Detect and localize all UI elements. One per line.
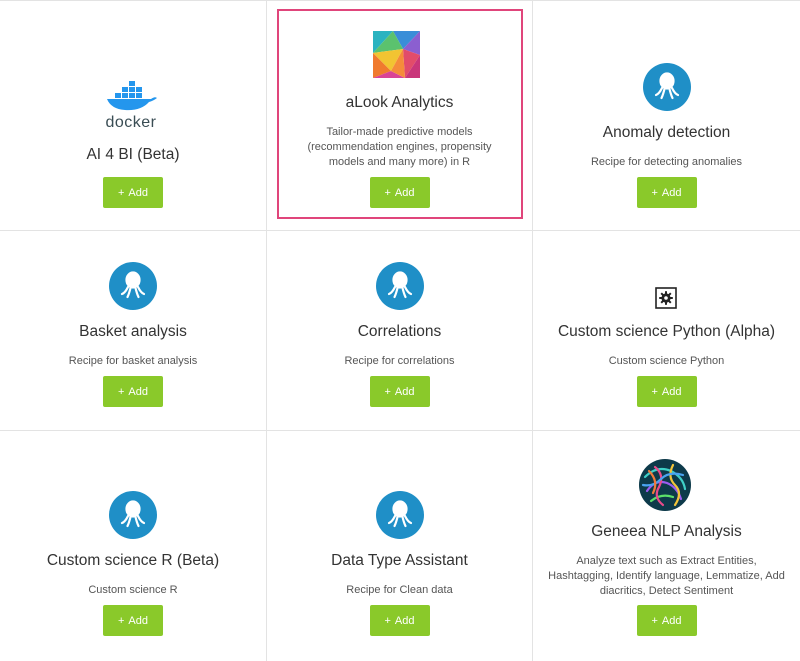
- component-grid: docker AI 4 BI (Beta) + Add aLook Analyti…: [0, 0, 800, 661]
- add-label: Add: [394, 614, 415, 627]
- card-title: AI 4 BI (Beta): [86, 146, 180, 163]
- plus-icon: +: [384, 186, 391, 199]
- add-button[interactable]: + Add: [369, 605, 430, 636]
- alook-logo-icon: [373, 31, 420, 78]
- plus-icon: +: [117, 385, 125, 398]
- component-card-alook[interactable]: aLook Analytics Tailor-made predictive m…: [267, 1, 533, 231]
- card-description: Recipe for basket analysis: [68, 355, 198, 367]
- add-label: Add: [128, 186, 148, 199]
- add-button[interactable]: + Add: [369, 177, 430, 208]
- octopus-icon: [109, 262, 157, 310]
- card-description: Custom science Python: [608, 355, 725, 367]
- geneea-logo-icon: [637, 457, 693, 513]
- card-description: Analyze text such as Extract Entities, H…: [548, 555, 785, 597]
- add-button[interactable]: + Add: [103, 376, 163, 407]
- docker-icon: docker: [105, 81, 157, 131]
- component-card-basket-analysis[interactable]: Basket analysis Recipe for basket analys…: [0, 231, 267, 431]
- component-card-anomaly-detection[interactable]: Anomaly detection Recipe for detecting a…: [533, 1, 800, 231]
- docker-logo-text: docker: [105, 114, 157, 131]
- card-title: Correlations: [357, 323, 442, 340]
- card-title: Basket analysis: [79, 323, 187, 340]
- card-title: Anomaly detection: [602, 124, 731, 141]
- plus-icon: +: [384, 385, 391, 398]
- card-description: Recipe for detecting anomalies: [590, 156, 743, 168]
- card-description: Recipe for Clean data: [346, 584, 453, 596]
- card-title: aLook Analytics: [345, 94, 454, 111]
- plus-icon: +: [384, 614, 391, 627]
- octopus-icon: [375, 491, 424, 539]
- octopus-icon: [642, 63, 691, 111]
- add-button[interactable]: + Add: [369, 376, 430, 407]
- octopus-icon: [109, 491, 157, 539]
- component-card-geneea-nlp[interactable]: Geneea NLP Analysis Analyze text such as…: [533, 431, 800, 661]
- component-card-data-type-assistant[interactable]: Data Type Assistant Recipe for Clean dat…: [267, 431, 533, 661]
- plus-icon: +: [651, 186, 658, 199]
- card-description: Tailor-made predictive models (recommend…: [307, 126, 492, 168]
- card-description: Recipe for correlations: [344, 355, 455, 367]
- component-card-custom-science-python[interactable]: Custom science Python (Alpha) Custom sci…: [533, 231, 800, 431]
- add-button[interactable]: + Add: [636, 605, 697, 636]
- card-title: Data Type Assistant: [331, 552, 468, 569]
- card-title: Custom science Python (Alpha): [557, 323, 776, 340]
- card-title: Custom science R (Beta): [46, 552, 220, 569]
- add-label: Add: [661, 385, 682, 398]
- add-button[interactable]: + Add: [636, 177, 697, 208]
- plus-icon: +: [651, 614, 658, 627]
- plus-icon: +: [117, 186, 125, 199]
- component-card-correlations[interactable]: Correlations Recipe for correlations + Ad…: [267, 231, 533, 431]
- gear-icon: [655, 287, 677, 309]
- add-button[interactable]: + Add: [103, 177, 163, 208]
- add-label: Add: [661, 186, 682, 199]
- component-card-ai4bi[interactable]: docker AI 4 BI (Beta) + Add: [0, 1, 267, 231]
- add-label: Add: [661, 614, 682, 627]
- plus-icon: +: [117, 614, 125, 627]
- component-card-custom-science-r[interactable]: Custom science R (Beta) Custom science R…: [0, 431, 267, 661]
- add-label: Add: [394, 186, 415, 199]
- add-label: Add: [128, 614, 148, 627]
- card-title: Geneea NLP Analysis: [591, 523, 742, 540]
- card-description: Custom science R: [88, 584, 178, 596]
- add-button[interactable]: + Add: [636, 376, 697, 407]
- add-label: Add: [128, 385, 148, 398]
- plus-icon: +: [651, 385, 658, 398]
- octopus-icon: [375, 262, 424, 310]
- add-button[interactable]: + Add: [103, 605, 163, 636]
- add-label: Add: [394, 385, 415, 398]
